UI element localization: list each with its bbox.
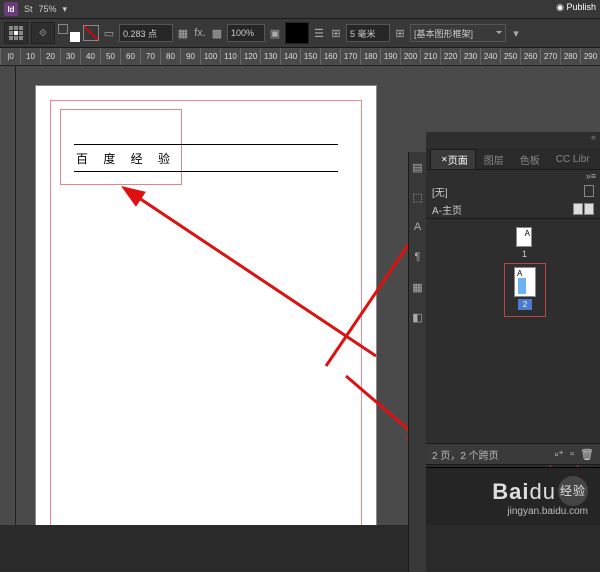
master-thumb: [584, 185, 594, 197]
chevron-down-icon[interactable]: ▾: [509, 26, 523, 40]
ruler-tick: 250: [500, 48, 520, 66]
tab-cc-libraries[interactable]: CC Libr: [548, 149, 598, 169]
no-fill-icon[interactable]: [83, 25, 99, 41]
pages-panel-footer: 2 页，2 个跨页 ▫⁺ ▫ 🗑: [426, 443, 600, 465]
zoom-chevron-icon[interactable]: ▾: [63, 4, 68, 15]
trash-icon[interactable]: 🗑: [580, 448, 594, 461]
bridge-label[interactable]: St: [24, 4, 33, 14]
wrap-icon[interactable]: ▣: [268, 26, 282, 40]
ruler-tick: 210: [420, 48, 440, 66]
ruler-tick: 200: [400, 48, 420, 66]
ruler-tick: 110: [220, 48, 240, 66]
edit-page-size-icon[interactable]: ▫⁺: [554, 448, 564, 461]
ruler-tick: 280: [560, 48, 580, 66]
tab-pages[interactable]: ✕页面: [430, 149, 476, 169]
opacity-input[interactable]: 100%: [227, 24, 265, 42]
ruler-tick: 60: [120, 48, 140, 66]
ruler-tick: 290: [580, 48, 600, 66]
master-thumb-pair: [573, 203, 594, 215]
opacity-icon: ▩: [210, 26, 224, 40]
document-page[interactable]: 百 度 经 验: [36, 86, 376, 525]
ruler-tick: 10: [20, 48, 40, 66]
publish-label: Publish: [566, 2, 596, 12]
ruler-tick: 140: [280, 48, 300, 66]
tab-swatches[interactable]: 色板: [512, 149, 548, 169]
page-selection-highlight: [518, 278, 526, 294]
page-number-1: 1: [522, 249, 527, 259]
fill-stroke-swatch[interactable]: [58, 24, 80, 42]
page-thumb-1[interactable]: A: [516, 227, 532, 247]
master-label: [无]: [432, 184, 448, 199]
ruler-tick: 90: [180, 48, 200, 66]
dock-icon[interactable]: ⬚: [409, 182, 426, 212]
spacing-input[interactable]: 5 毫米: [346, 24, 390, 42]
canvas-area[interactable]: 百 度 经 验: [16, 66, 426, 525]
grid-icon[interactable]: ⊞: [393, 26, 407, 40]
tab-layers[interactable]: 图层: [476, 149, 512, 169]
object-style-select[interactable]: [基本图形框架]: [410, 24, 506, 42]
page-count-label: 2 页，2 个跨页: [432, 447, 499, 462]
table-icon[interactable]: ▦: [176, 26, 190, 40]
link-constrain-icon[interactable]: ⟐: [31, 22, 55, 44]
collapsed-dock[interactable]: ▤ ⬚ A ¶ ▦ ◧: [408, 152, 426, 572]
stroke-weight-input[interactable]: 0.283 点: [119, 24, 173, 42]
fx-button[interactable]: fx.: [193, 26, 207, 40]
ruler-tick: 20: [40, 48, 60, 66]
horizontal-ruler: |010203040506070809010011012013014015016…: [0, 48, 600, 66]
ruler-tick: 220: [440, 48, 460, 66]
dock-icon[interactable]: ¶: [409, 242, 426, 272]
ruler-tick: 100: [200, 48, 220, 66]
tab-label: 页面: [448, 152, 468, 167]
publish-button[interactable]: ◉ Publish: [556, 2, 596, 13]
app-titlebar: Id St 75% ▾: [0, 0, 600, 18]
ruler-tick: 230: [460, 48, 480, 66]
page-number-2: 2: [518, 299, 532, 310]
zoom-level[interactable]: 75%: [39, 4, 57, 14]
swatch-black[interactable]: [285, 22, 309, 44]
dock-icon[interactable]: ◧: [409, 302, 426, 332]
master-a-row[interactable]: A-主页: [426, 200, 600, 218]
new-page-icon[interactable]: ▫: [570, 448, 574, 461]
workspace: 百 度 经 验 ▤ ⬚ A ¶ ▦ ◧ « ✕页面 图层 色板 CC Libr …: [0, 66, 600, 525]
dock-icon[interactable]: A: [409, 212, 426, 242]
ruler-tick: 30: [60, 48, 80, 66]
page-thumb-2[interactable]: A: [514, 267, 536, 297]
ruler-tick: 70: [140, 48, 160, 66]
ruler-tick: 260: [520, 48, 540, 66]
header-textframe[interactable]: 百 度 经 验: [74, 144, 338, 172]
panel-dock: ▤ ⬚ A ¶ ▦ ◧ « ✕页面 图层 色板 CC Libr »≡ [无] A…: [426, 132, 600, 525]
corner-ref-picker[interactable]: [4, 22, 28, 44]
ruler-tick: 170: [340, 48, 360, 66]
vertical-ruler: [0, 66, 16, 525]
dock-icon[interactable]: ▤: [409, 152, 426, 182]
ruler-tick: 80: [160, 48, 180, 66]
ruler-tick: 180: [360, 48, 380, 66]
close-icon[interactable]: ✕: [441, 155, 448, 164]
distribute-icon[interactable]: ⊞: [329, 26, 343, 40]
app-icon: Id: [4, 2, 18, 16]
panel-below: [426, 467, 600, 525]
ruler-tick: 50: [100, 48, 120, 66]
panel-collapse-icon[interactable]: «: [426, 132, 600, 148]
dock-icon[interactable]: ▦: [409, 272, 426, 302]
ruler-tick: 40: [80, 48, 100, 66]
control-bar: ⟐ ▭ 0.283 点 ▦ fx. ▩ 100% ▣ ☰ ⊞ 5 毫米 ⊞ [基…: [0, 18, 600, 48]
master-label: A-主页: [432, 202, 462, 217]
page-master-letter: A: [525, 229, 530, 238]
ruler-tick: 120: [240, 48, 260, 66]
master-none-row[interactable]: [无]: [426, 182, 600, 200]
ruler-tick: 190: [380, 48, 400, 66]
ruler-tick: 150: [300, 48, 320, 66]
ruler-tick: 240: [480, 48, 500, 66]
ruler-tick: 160: [320, 48, 340, 66]
page-master-letter: A: [517, 269, 522, 278]
align-icon[interactable]: ☰: [312, 26, 326, 40]
panel-menu-icon[interactable]: »≡: [426, 170, 600, 182]
ruler-tick: |0: [0, 48, 20, 66]
ruler-tick: 270: [540, 48, 560, 66]
ruler-tick: 130: [260, 48, 280, 66]
panel-tabs: ✕页面 图层 色板 CC Libr: [426, 148, 600, 170]
stroke-weight-icon: ▭: [102, 26, 116, 40]
